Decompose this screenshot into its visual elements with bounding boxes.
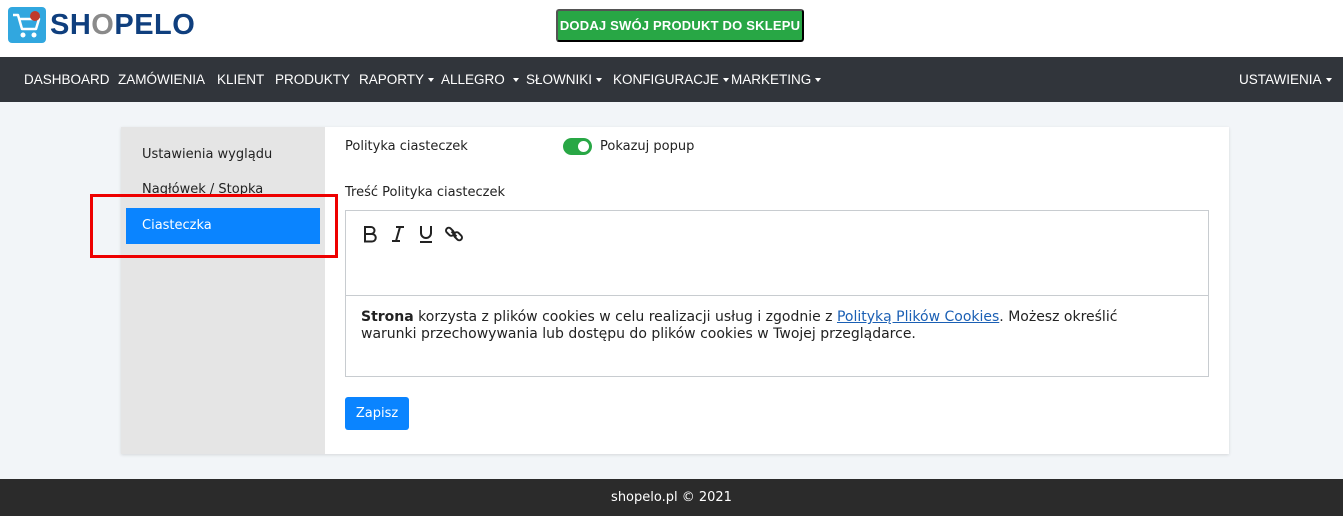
- content-text: korzysta z plików cookies w celu realiza…: [413, 309, 837, 325]
- logo[interactable]: SHOPELO: [8, 7, 195, 43]
- nav-item-label: RAPORTY: [359, 72, 425, 87]
- add-product-button[interactable]: DODAJ SWÓJ PRODUKT DO SKLEPU: [556, 9, 804, 42]
- settings-sidebar: Ustawienia wyglądu Nagłówek / Stopka Cia…: [121, 127, 325, 454]
- nav-item-label: SŁOWNIKI: [526, 72, 593, 87]
- nav-item-allegro[interactable]: ALLEGRO: [441, 57, 519, 102]
- nav-item-label: DASHBOARD: [24, 72, 110, 87]
- nav-item-dashboard[interactable]: DASHBOARD: [24, 57, 110, 102]
- underline-icon[interactable]: [416, 224, 436, 244]
- bold-icon[interactable]: [360, 224, 380, 244]
- top-bar: SHOPELO DODAJ SWÓJ PRODUKT DO SKLEPU: [0, 0, 1343, 57]
- footer-text: shopelo.pl © 2021: [611, 490, 732, 505]
- logo-text: SHOPELO: [50, 8, 196, 41]
- nav-item-label: USTAWIENIA: [1239, 72, 1322, 87]
- toggle-knob: [578, 141, 589, 152]
- caret-down-icon: [596, 78, 603, 82]
- caret-down-icon: [815, 78, 822, 82]
- nav-item-client[interactable]: KLIENT: [217, 57, 264, 102]
- cart-logo-icon: [8, 7, 46, 43]
- nav-item-dictionaries[interactable]: SŁOWNIKI: [526, 57, 603, 102]
- nav-item-label: MARKETING: [731, 72, 812, 87]
- popup-toggle[interactable]: [563, 138, 592, 155]
- nav-item-label: KONFIGURACJE: [613, 72, 719, 87]
- nav-item-marketing[interactable]: MARKETING: [731, 57, 822, 102]
- nav-item-label: ALLEGRO: [441, 72, 505, 87]
- policy-label: Polityka ciasteczek: [345, 139, 468, 154]
- italic-icon[interactable]: [388, 224, 408, 244]
- content-label: Treść Polityka ciasteczek: [345, 185, 505, 200]
- footer: shopelo.pl © 2021: [0, 479, 1343, 516]
- nav-item-label: ZAMÓWIENIA: [118, 72, 205, 87]
- content-bold-text: Strona: [361, 309, 414, 325]
- nav-item-orders[interactable]: ZAMÓWIENIA: [118, 57, 205, 102]
- nav-item-products[interactable]: PRODUKTY: [275, 57, 350, 102]
- caret-down-icon: [512, 78, 519, 82]
- save-button[interactable]: Zapisz: [345, 397, 409, 430]
- link-icon[interactable]: [444, 224, 464, 244]
- nav-item-label: PRODUKTY: [275, 72, 351, 87]
- nav-item-settings[interactable]: USTAWIENIA: [1239, 57, 1332, 102]
- popup-label: Pokazuj popup: [600, 139, 695, 154]
- nav-item-label: KLIENT: [217, 72, 265, 87]
- cookies-policy-link[interactable]: Polityką Plików Cookies: [837, 309, 999, 325]
- editor-toolbar: [346, 211, 1208, 296]
- nav-item-configuration[interactable]: KONFIGURACJE: [613, 57, 729, 102]
- nav-item-reports[interactable]: RAPORTY: [359, 57, 435, 102]
- sidebar-item-appearance[interactable]: Ustawienia wyglądu: [126, 137, 320, 173]
- caret-down-icon: [1325, 78, 1332, 82]
- rich-text-editor[interactable]: Strona korzysta z plików cookies w celu …: [345, 210, 1209, 377]
- editor-content[interactable]: Strona korzysta z plików cookies w celu …: [361, 309, 1161, 343]
- highlight-box: [90, 194, 338, 258]
- main-nav: DASHBOARD ZAMÓWIENIA KLIENT PRODUKTY RAP…: [0, 57, 1343, 102]
- caret-down-icon: [722, 78, 729, 82]
- caret-down-icon: [428, 78, 435, 82]
